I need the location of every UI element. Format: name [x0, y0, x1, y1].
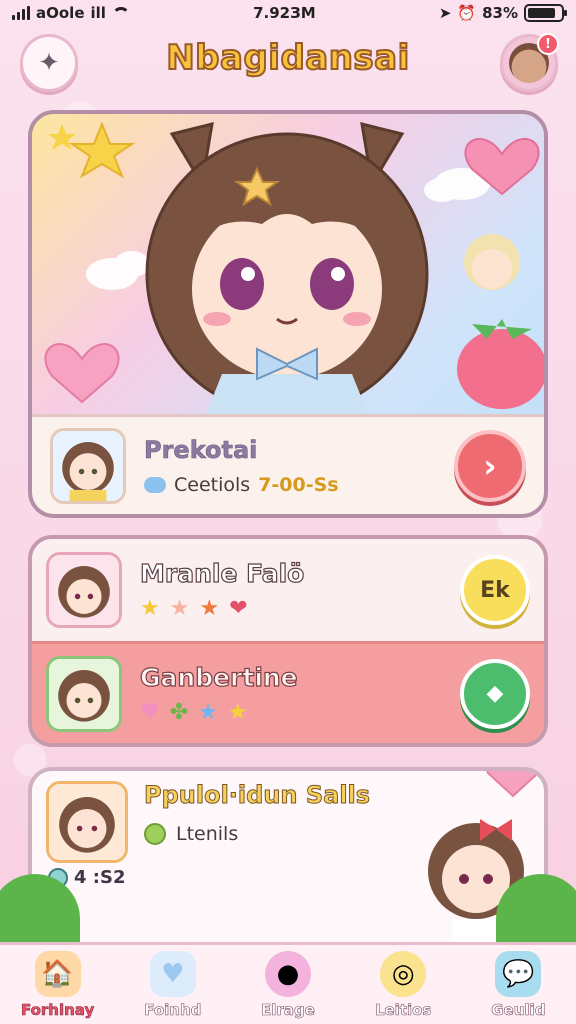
list-item[interactable]: Mranle Falö ★ ★ ★ ❤ Ek — [32, 539, 544, 641]
lips-icon: ❤ — [229, 596, 248, 621]
leaf-icon — [144, 823, 166, 845]
chevron-right-icon: › — [483, 446, 497, 485]
battery-percent: 83% — [482, 4, 518, 22]
hero-card[interactable]: Prekotai Ceetiols 7-00-Ss › — [28, 110, 548, 518]
house-icon: 🏠 — [34, 950, 81, 997]
nav-item-gacha[interactable]: ● Elrage — [233, 950, 343, 1019]
heart-decoration-icon — [486, 771, 540, 798]
notification-badge-icon: ! — [537, 33, 559, 55]
list-item-play-button[interactable]: ◆ — [460, 658, 530, 729]
medal-icon: ◎ — [380, 950, 427, 997]
featured-meta-label: Ceetiols — [174, 473, 251, 496]
profile-button[interactable]: ! — [500, 33, 559, 92]
event-card[interactable]: Ppulol·idun Salls Ltenils 4 :S2 — [28, 767, 548, 967]
wifi-icon — [111, 7, 130, 19]
heart-icon: ♥ — [149, 950, 196, 997]
carrier-name: аOole — [36, 4, 85, 22]
battery-icon — [523, 4, 567, 22]
nav-label: Forhinay — [20, 1000, 95, 1019]
list-item-thumbnail — [46, 655, 122, 732]
heart-icon: ♥ — [140, 699, 160, 725]
event-meta-label: Ltenils — [176, 823, 239, 845]
location-icon: ➤ — [438, 4, 452, 22]
page-title: Nbagidansai — [165, 37, 410, 79]
alarm-icon: ⏰ — [457, 4, 477, 22]
list-item-title: Mranle Falö — [139, 558, 305, 588]
status-bar: аOole ill 7.92ЗМ ➤ ⏰ 83% — [0, 0, 576, 26]
featured-thumbnail — [50, 427, 126, 504]
nav-item-home[interactable]: 🏠 Forhinay — [3, 950, 113, 1019]
star-icon: ★ — [199, 596, 220, 621]
nav-label: Elrage — [261, 1000, 315, 1019]
nav-label: Foinhd — [144, 1000, 202, 1019]
nav-item-guild[interactable]: 💬 Geulid — [463, 950, 573, 1019]
header: ✦ Nbagidansai ! — [0, 30, 576, 100]
gacha-orb-icon: ● — [264, 950, 311, 997]
signal-icon — [12, 6, 30, 20]
star-icon: ★ — [198, 699, 218, 725]
bottom-navigation: 🏠 Forhinay ♥ Foinhd ● Elrage ◎ Leitios 💬… — [0, 942, 576, 1024]
featured-title: Prekotai — [144, 435, 258, 464]
featured-time: 7-00-Ss — [258, 473, 339, 496]
event-title: Ppulol·idun Salls — [143, 781, 371, 810]
star-back-icon: ✦ — [38, 48, 60, 78]
nav-label: Leitios — [374, 1000, 432, 1019]
nav-label: Geulid — [491, 1000, 546, 1019]
cloud-icon — [144, 476, 166, 493]
leaf-icon: ✤ — [169, 699, 189, 725]
nav-item-friends[interactable]: ♥ Foinhd — [118, 950, 228, 1019]
event-count-value: 4 :S2 — [74, 867, 126, 888]
star-icon: ★ — [140, 596, 160, 621]
list-item-action-button[interactable]: Ek — [460, 555, 530, 625]
list-item-thumbnail — [46, 552, 122, 628]
play-icon: ◆ — [486, 681, 504, 706]
star-icon: ★ — [227, 699, 248, 725]
nav-item-events[interactable]: ◎ Leitios — [348, 950, 458, 1019]
list-item-badge: Ek — [480, 577, 510, 603]
list-card: Mranle Falö ★ ★ ★ ❤ Ek Ganbertine ♥ ✤ ★ … — [28, 535, 548, 747]
featured-go-button[interactable]: › — [454, 429, 526, 502]
list-item-title: Ganbertine — [139, 662, 298, 692]
back-button[interactable]: ✦ — [20, 34, 78, 92]
signal-text: ill — [90, 4, 106, 22]
clock: 7.92ЗМ — [253, 4, 316, 22]
chat-bubble-icon: 💬 — [495, 950, 542, 997]
event-thumbnail — [46, 781, 128, 863]
star-icon: ★ — [169, 596, 190, 621]
hero-illustration — [44, 121, 544, 424]
featured-item[interactable]: Prekotai Ceetiols 7-00-Ss › — [32, 414, 544, 514]
list-item[interactable]: Ganbertine ♥ ✤ ★ ★ ◆ — [32, 641, 544, 743]
